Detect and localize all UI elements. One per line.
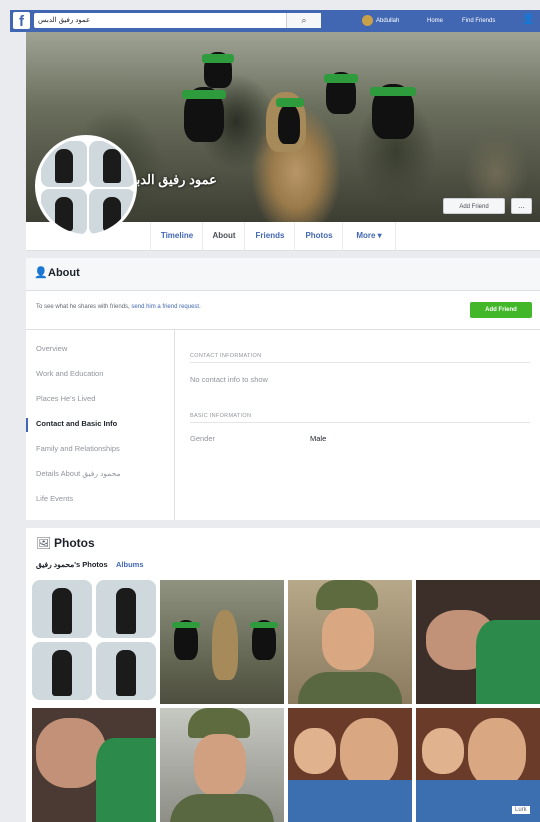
photo-thumbnail[interactable] xyxy=(32,708,156,822)
cover-headband xyxy=(370,87,416,96)
photos-card: 🖼 Photos محمود رفيق's Photos Albums xyxy=(26,528,540,822)
more-options-button[interactable]: ... xyxy=(511,198,532,214)
top-navigation-bar: f عمود رفيق الدبس ⌕ Abdullah Home Find F… xyxy=(10,10,540,32)
friend-request-prompt: To see what he shares with friends, send… xyxy=(26,291,540,330)
home-link[interactable]: Home xyxy=(427,15,443,27)
cover-figure xyxy=(278,104,300,144)
tab-more[interactable]: More ▾ xyxy=(342,222,396,250)
divider xyxy=(190,362,530,363)
find-friends-link[interactable]: Find Friends xyxy=(462,15,495,27)
cover-headband xyxy=(182,90,226,99)
about-nav-work-education[interactable]: Work and Education xyxy=(36,369,103,378)
photo-thumbnail[interactable] xyxy=(32,580,156,700)
photo-thumbnail[interactable] xyxy=(288,708,412,822)
user-avatar[interactable] xyxy=(362,15,373,26)
profile-picture-tile xyxy=(89,189,134,234)
about-nav-details[interactable]: Details About محمود رفيق xyxy=(36,469,121,478)
about-sidebar: Overview Work and Education Places He's … xyxy=(26,330,175,520)
friend-requests-icon[interactable]: 👤 xyxy=(522,14,534,25)
gender-label: Gender xyxy=(190,434,216,443)
photos-title[interactable]: Photos xyxy=(54,536,95,550)
cover-headband xyxy=(276,98,304,107)
facebook-logo-icon[interactable]: f xyxy=(13,12,30,30)
tab-about[interactable]: About xyxy=(202,222,245,250)
photo-thumbnail[interactable] xyxy=(160,580,284,704)
gender-value: Male xyxy=(310,434,327,443)
profile-picture-tile xyxy=(41,189,87,234)
no-contact-text: No contact info to show xyxy=(190,375,268,384)
photos-icon: 🖼 xyxy=(36,536,52,550)
about-nav-contact-basic-info[interactable]: Contact and Basic Info xyxy=(36,419,117,428)
about-nav-places-lived[interactable]: Places He's Lived xyxy=(36,394,95,403)
photo-thumbnail[interactable] xyxy=(160,708,284,822)
about-card: 👤 About To see what he shares with frien… xyxy=(26,258,540,520)
about-title: About xyxy=(48,267,80,279)
profile-picture[interactable] xyxy=(35,135,137,237)
cover-headband xyxy=(324,74,358,83)
friend-request-message: To see what he shares with friends, xyxy=(36,304,130,310)
send-friend-request-link[interactable]: send him a friend request. xyxy=(131,304,200,310)
about-nav-overview[interactable]: Overview xyxy=(36,344,67,353)
cover-headband xyxy=(202,54,234,63)
add-friend-button[interactable]: Add Friend xyxy=(470,302,532,318)
tab-friends[interactable]: Friends xyxy=(244,222,295,250)
active-indicator xyxy=(26,418,28,432)
basic-section-title: BASIC INFORMATION xyxy=(190,413,252,419)
person-icon: 👤 xyxy=(34,267,48,279)
search-input[interactable]: عمود رفيق الدبس xyxy=(34,13,320,28)
photos-tab-albums[interactable]: Albums xyxy=(116,560,144,569)
profile-picture-tile xyxy=(89,141,134,187)
divider xyxy=(190,422,530,423)
about-nav-family-relationships[interactable]: Family and Relationships xyxy=(36,444,120,453)
photo-thumbnail[interactable] xyxy=(416,580,540,704)
add-friend-button[interactable]: Add Friend xyxy=(443,198,505,214)
about-nav-life-events[interactable]: Life Events xyxy=(36,494,73,503)
tab-timeline[interactable]: Timeline xyxy=(150,222,203,250)
tab-photos[interactable]: Photos xyxy=(294,222,343,250)
photo-thumbnail[interactable] xyxy=(288,580,412,704)
search-icon[interactable]: ⌕ xyxy=(286,13,321,28)
user-profile-link[interactable]: Abdullah xyxy=(376,15,399,27)
photo-thumbnail[interactable] xyxy=(416,708,540,822)
photos-tab-user-photos[interactable]: محمود رفيق's Photos xyxy=(36,560,108,569)
corner-badge: Lurk xyxy=(512,806,530,814)
contact-section-title: CONTACT INFORMATION xyxy=(190,353,262,359)
friend-request-text: To see what he shares with friends, send… xyxy=(36,304,201,310)
about-header: 👤 About xyxy=(26,258,540,291)
profile-picture-tile xyxy=(41,141,87,187)
